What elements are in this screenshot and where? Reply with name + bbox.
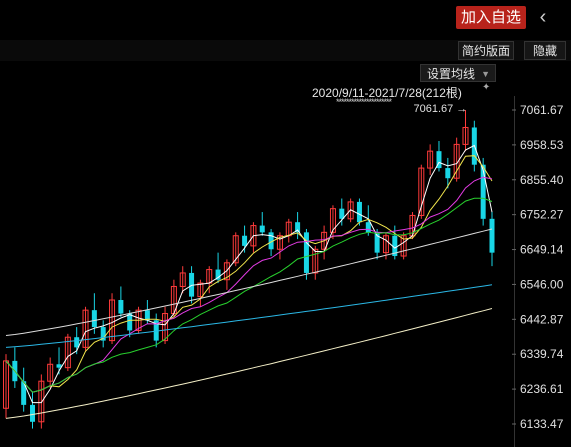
y-tick-label: 6339.74 xyxy=(520,347,564,361)
top-bar: 加入自选 ‹ xyxy=(0,0,571,38)
candle-body xyxy=(91,310,97,328)
y-tick-label: 6752.27 xyxy=(520,208,564,222)
candle-body xyxy=(480,164,486,219)
y-tick-label: 6649.14 xyxy=(520,243,564,257)
candle-body xyxy=(259,225,265,233)
y-tick-label: 6958.53 xyxy=(520,138,564,152)
candle-body xyxy=(445,168,451,179)
pin-icon[interactable]: ✦ xyxy=(482,82,490,93)
ma250-line xyxy=(5,308,493,419)
candle-body xyxy=(118,300,124,314)
candle-body xyxy=(356,201,362,223)
ma-settings-row: 设置均线 ▼ xyxy=(0,63,571,83)
candle-body xyxy=(489,218,495,253)
y-tick-label: 6442.87 xyxy=(520,312,564,326)
max-price-annotation: 7061.67 → xyxy=(413,103,467,115)
y-tick-label: 6133.47 xyxy=(520,417,564,431)
y-tick-label: 6546.00 xyxy=(520,277,564,291)
triangle-down-icon: ▼ xyxy=(481,69,490,79)
candlestick-chart[interactable]: 7061.67 6958.53 6855.40 6752.27 6649.14 6546.… xyxy=(0,96,571,447)
hide-button[interactable]: 隐藏 xyxy=(524,41,566,60)
candle-body xyxy=(30,404,36,422)
chart-toolbar: 简约版面 隐藏 xyxy=(0,40,571,61)
chevron-left-icon[interactable]: ‹ xyxy=(534,5,552,29)
ma-settings-dropdown[interactable]: 设置均线 ▼ xyxy=(420,64,496,82)
candle-body xyxy=(127,313,133,331)
y-tick-label: 7061.67 xyxy=(520,103,564,117)
candle-body xyxy=(242,235,248,246)
simple-layout-button[interactable]: 简约版面 xyxy=(458,41,514,60)
y-tick-label: 6855.40 xyxy=(520,173,564,187)
add-to-watchlist-button[interactable]: 加入自选 xyxy=(456,6,526,29)
candle-body xyxy=(303,232,309,273)
y-tick-label: 6236.61 xyxy=(520,382,564,396)
candle-body xyxy=(365,222,371,233)
ma-settings-label: 设置均线 xyxy=(427,67,476,81)
